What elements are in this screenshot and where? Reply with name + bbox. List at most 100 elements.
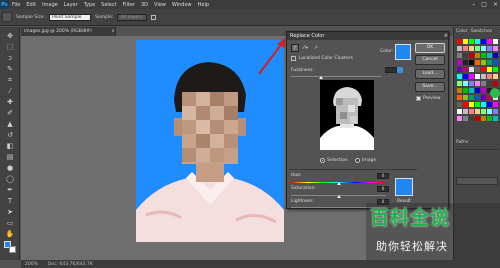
color-swatch[interactable]: [493, 81, 498, 86]
minimize-button[interactable]: –: [472, 1, 475, 8]
lasso-tool-icon[interactable]: ↄ: [3, 53, 17, 63]
tab-color[interactable]: Color: [456, 29, 468, 34]
color-swatch[interactable]: [493, 39, 498, 44]
color-swatch[interactable]: [463, 116, 468, 121]
color-swatch[interactable]: [481, 60, 486, 65]
color-swatch[interactable]: [487, 60, 492, 65]
color-swatch[interactable]: [469, 74, 474, 79]
color-swatch[interactable]: [481, 81, 486, 86]
color-swatch[interactable]: [493, 67, 498, 72]
color-swatch[interactable]: [475, 81, 480, 86]
fuzziness-input[interactable]: [385, 67, 397, 73]
color-swatch[interactable]: [475, 88, 480, 93]
color-swatch[interactable]: [463, 109, 468, 114]
menu-image[interactable]: Image: [39, 2, 61, 8]
saturation-slider-thumb[interactable]: [337, 195, 341, 198]
color-swatch[interactable]: [457, 39, 462, 44]
color-swatch[interactable]: [475, 74, 480, 79]
color-swatch[interactable]: [475, 102, 480, 107]
color-swatch[interactable]: [487, 109, 492, 114]
dialog-close-icon[interactable]: ×: [444, 33, 448, 39]
path-item[interactable]: [456, 177, 498, 185]
color-swatch[interactable]: [463, 88, 468, 93]
show-sampling-ring-checkbox[interactable]: [151, 14, 157, 20]
healing-brush-tool-icon[interactable]: ✚: [3, 97, 17, 107]
result-color-swatch[interactable]: [395, 178, 413, 196]
document-tab[interactable]: images.jpg @ 200% (RGB/8#) ×: [21, 27, 116, 36]
photoshop-logo-icon[interactable]: Ps: [0, 0, 9, 9]
color-swatch[interactable]: [493, 116, 498, 121]
color-swatch[interactable]: [481, 53, 486, 58]
menu-3d[interactable]: 3D: [138, 2, 151, 8]
eyedropper-plus-icon[interactable]: ⁄+: [302, 44, 310, 52]
hue-slider-thumb[interactable]: [337, 182, 341, 185]
color-swatch[interactable]: [493, 46, 498, 51]
hand-tool-icon[interactable]: ✋: [3, 229, 17, 239]
path-selection-tool-icon[interactable]: ➤: [3, 207, 17, 217]
eyedropper-tool-preset-icon[interactable]: [2, 12, 12, 22]
color-swatch[interactable]: [469, 53, 474, 58]
color-swatch[interactable]: [475, 46, 480, 51]
color-swatch[interactable]: [487, 81, 492, 86]
fuzziness-slider-thumb[interactable]: [319, 76, 323, 79]
fuzziness-slider-track[interactable]: [291, 76, 381, 77]
color-swatch[interactable]: [463, 81, 468, 86]
color-swatch[interactable]: [469, 67, 474, 72]
cancel-button[interactable]: Cancel: [415, 55, 445, 65]
menu-window[interactable]: Window: [169, 2, 195, 8]
saturation-input[interactable]: 0: [377, 186, 389, 192]
ok-button[interactable]: OK: [415, 43, 445, 53]
color-swatch[interactable]: [457, 95, 462, 100]
color-swatch[interactable]: [469, 116, 474, 121]
color-swatch[interactable]: [487, 53, 492, 58]
menu-view[interactable]: View: [151, 2, 169, 8]
shape-tool-icon[interactable]: ▭: [3, 218, 17, 228]
color-swatch[interactable]: [463, 95, 468, 100]
tab-paths[interactable]: Paths: [456, 140, 468, 145]
color-swatch[interactable]: [493, 102, 498, 107]
color-swatch[interactable]: [457, 53, 462, 58]
eyedropper-minus-icon[interactable]: ⁄-: [313, 44, 321, 52]
crop-tool-icon[interactable]: ⌗: [3, 75, 17, 85]
menu-file[interactable]: File: [9, 2, 23, 8]
color-swatch[interactable]: [481, 116, 486, 121]
color-swatch[interactable]: [481, 39, 486, 44]
color-swatch[interactable]: [463, 74, 468, 79]
menu-layer[interactable]: Layer: [61, 2, 81, 8]
close-window-button[interactable]: ×: [493, 1, 498, 8]
selection-radio[interactable]: [320, 158, 325, 163]
color-swatch[interactable]: [475, 60, 480, 65]
color-swatch[interactable]: [469, 95, 474, 100]
color-swatch[interactable]: [487, 67, 492, 72]
color-swatch[interactable]: [469, 109, 474, 114]
preview-checkbox[interactable]: [416, 96, 421, 101]
color-swatch[interactable]: [463, 67, 468, 72]
history-brush-tool-icon[interactable]: ↺: [3, 130, 17, 140]
eyedropper-tool-icon[interactable]: ⁄: [3, 86, 17, 96]
eraser-tool-icon[interactable]: ◧: [3, 141, 17, 151]
pen-tool-icon[interactable]: ✒: [3, 185, 17, 195]
color-swatch[interactable]: [469, 46, 474, 51]
color-swatch[interactable]: [457, 81, 462, 86]
color-swatch[interactable]: [481, 88, 486, 93]
color-swatch[interactable]: [463, 102, 468, 107]
color-swatch[interactable]: [493, 53, 498, 58]
menu-filter[interactable]: Filter: [120, 2, 138, 8]
color-swatch[interactable]: [487, 39, 492, 44]
menu-select[interactable]: Select: [98, 2, 119, 8]
marquee-tool-icon[interactable]: ⬚: [3, 42, 17, 52]
color-swatch[interactable]: [469, 81, 474, 86]
color-swatch[interactable]: [475, 95, 480, 100]
color-swatch[interactable]: [469, 39, 474, 44]
type-tool-icon[interactable]: T: [3, 196, 17, 206]
blur-tool-icon[interactable]: ●: [3, 163, 17, 173]
save-button[interactable]: Save...: [415, 82, 445, 92]
sample-select[interactable]: All Layers: [117, 13, 148, 21]
color-swatch[interactable]: [457, 74, 462, 79]
clone-stamp-tool-icon[interactable]: ▲: [3, 119, 17, 129]
menu-edit[interactable]: Edit: [23, 2, 39, 8]
color-swatch[interactable]: [463, 53, 468, 58]
target-color-swatch[interactable]: [395, 44, 411, 60]
color-swatch[interactable]: [469, 60, 474, 65]
hue-input[interactable]: 0: [377, 173, 389, 179]
